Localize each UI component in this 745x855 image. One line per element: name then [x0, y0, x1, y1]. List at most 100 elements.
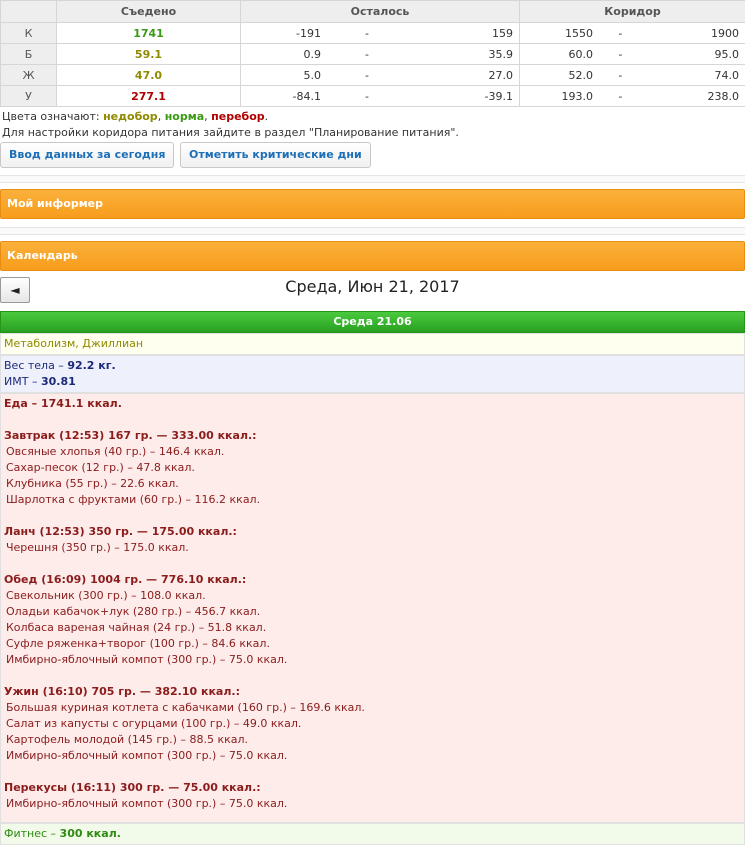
- meal-item: Черешня (350 гр.) – 175.0 ккал.: [6, 541, 189, 554]
- remaining-range: -191 - 159: [240, 22, 520, 44]
- separator-bar: [0, 227, 745, 235]
- meal-item: Оладьи кабачок+лук (280 гр.) – 456.7 кка…: [6, 605, 261, 618]
- corridor-high: 95.0: [714, 47, 740, 61]
- range-sep: -: [618, 26, 623, 40]
- header-empty: [0, 0, 57, 23]
- remaining-low: 0.9: [303, 47, 322, 61]
- corridor-range: 60.0 - 95.0: [519, 43, 745, 65]
- enter-today-button[interactable]: Ввод данных за сегодня: [0, 142, 175, 168]
- bmi-line: ИМТ – 30.81: [4, 374, 741, 390]
- range-sep: -: [365, 68, 369, 82]
- meal-item: Овсяные хлопья (40 гр.) – 146.4 ккал.: [6, 445, 225, 458]
- meal-item: Шарлотка с фруктами (60 гр.) – 116.2 кка…: [6, 493, 261, 506]
- prev-day-button[interactable]: ◄: [0, 277, 30, 303]
- fitness-box: Фитнес – 300 ккал.: [0, 823, 745, 845]
- meal-title: Ланч (12:53) 350 гр. — 175.00 ккал.:: [4, 525, 237, 538]
- eaten-value: 47.0: [56, 64, 241, 86]
- meal-item: Картофель молодой (145 гр.) – 88.5 ккал.: [6, 733, 248, 746]
- color-legend: Цвета означают: недобор, норма, перебор.: [2, 110, 269, 123]
- weight-line: Вес тела – 92.2 кг.: [4, 358, 741, 374]
- range-sep: -: [618, 89, 623, 103]
- header-eaten: Съедено: [56, 0, 241, 23]
- calendar-panel-header[interactable]: Календарь: [0, 241, 745, 271]
- remaining-range: 5.0 - 27.0: [240, 64, 520, 86]
- row-label: У: [0, 85, 57, 107]
- corridor-range: 193.0 - 238.0: [519, 85, 745, 107]
- food-value: 1741.1 ккал.: [41, 397, 122, 410]
- fitness-line: Фитнес – 300 ккал.: [4, 826, 741, 842]
- range-sep: -: [365, 26, 369, 40]
- calendar-date-title: Среда, Июн 21, 2017: [285, 277, 460, 296]
- dash: –: [27, 397, 41, 410]
- row-label: К: [0, 22, 57, 44]
- dash: –: [28, 375, 41, 388]
- table-row: Б 59.1 0.9 - 35.9 60.0 - 95.0: [0, 43, 745, 65]
- table-row: Ж 47.0 5.0 - 27.0 52.0 - 74.0: [0, 64, 745, 86]
- informer-panel-header[interactable]: Мой информер: [0, 189, 745, 219]
- legend-norm: норма: [164, 110, 205, 123]
- table-row: К 1741 -191 - 159 1550 - 1900: [0, 22, 745, 44]
- fitness-label: Фитнес: [4, 827, 48, 840]
- eaten-value: 59.1: [56, 43, 241, 65]
- day-header: Среда 21.06: [0, 311, 745, 333]
- meal-list: Завтрак (12:53) 167 гр. — 333.00 ккал.: О…: [4, 428, 741, 812]
- range-sep: -: [618, 68, 623, 82]
- remaining-high: -39.1: [484, 89, 513, 103]
- meal-item: Сахар-песок (12 гр.) – 47.8 ккал.: [6, 461, 195, 474]
- corridor-low: 60.0: [568, 47, 594, 61]
- remaining-high: 35.9: [488, 47, 514, 61]
- eaten-value: 277.1: [56, 85, 241, 107]
- bmi-label: ИМТ: [4, 375, 29, 388]
- meal-title: Обед (16:09) 1004 гр. — 776.10 ккал.:: [4, 573, 247, 586]
- weight-label: Вес тела: [4, 359, 55, 372]
- range-sep: -: [365, 47, 369, 61]
- corridor-hint: Для настройки коридора питания зайдите в…: [2, 126, 459, 139]
- bmi-value: 30.81: [40, 375, 76, 388]
- food-total-line: Еда – 1741.1 ккал.: [4, 396, 741, 412]
- meal-title: Завтрак (12:53) 167 гр. — 333.00 ккал.:: [4, 429, 257, 442]
- meal-item: Имбирно-яблочный компот (300 гр.) – 75.0…: [6, 749, 288, 762]
- corridor-high: 1900: [711, 26, 739, 40]
- row-label: Б: [0, 43, 57, 65]
- critical-days-button[interactable]: Отметить критические дни: [179, 142, 371, 168]
- metabolism-text[interactable]: Метаболизм, Джиллиан: [4, 336, 741, 352]
- corridor-range: 1550 - 1900: [519, 22, 745, 44]
- dash: –: [47, 827, 60, 840]
- remaining-low: -191: [296, 26, 321, 40]
- nutrition-summary-table: Съедено Осталось Коридор К 1741 -191 - 159 15…: [0, 0, 745, 107]
- meal-item: Большая куриная котлета с кабачками (160…: [6, 701, 365, 714]
- meal-item: Колбаса вареная чайная (24 гр.) – 51.8 к…: [6, 621, 267, 634]
- legend-over: перебор: [211, 110, 265, 123]
- calendar-nav: Среда, Июн 21, 2017 ◄: [0, 271, 745, 311]
- corridor-high: 74.0: [714, 68, 740, 82]
- weight-value: 92.2 кг.: [67, 359, 116, 372]
- corridor-range: 52.0 - 74.0: [519, 64, 745, 86]
- remaining-range: -84.1 - -39.1: [240, 85, 520, 107]
- meal-item: Клубника (55 гр.) – 22.6 ккал.: [6, 477, 179, 490]
- eaten-value: 1741: [56, 22, 241, 44]
- body-metrics-box: Вес тела – 92.2 кг. ИМТ – 30.81: [0, 355, 745, 393]
- corridor-low: 52.0: [568, 68, 594, 82]
- meal-title: Перекусы (16:11) 300 гр. — 75.00 ккал.:: [4, 781, 261, 794]
- remaining-high: 159: [492, 26, 513, 40]
- remaining-range: 0.9 - 35.9: [240, 43, 520, 65]
- remaining-high: 27.0: [488, 68, 514, 82]
- meal-title: Ужин (16:10) 705 гр. — 382.10 ккал.:: [4, 685, 240, 698]
- legend-under: недобор: [103, 110, 158, 123]
- corridor-low: 193.0: [561, 89, 594, 103]
- separator-bar: [0, 175, 745, 183]
- remaining-low: -84.1: [292, 89, 321, 103]
- range-sep: -: [618, 47, 623, 61]
- row-label: Ж: [0, 64, 57, 86]
- arrow-left-icon: ◄: [10, 283, 20, 297]
- meal-item: Имбирно-яблочный компот (300 гр.) – 75.0…: [6, 653, 288, 666]
- meal-item: Имбирно-яблочный компот (300 гр.) – 75.0…: [6, 797, 288, 810]
- legend-prefix: Цвета означают:: [2, 110, 104, 123]
- table-header-row: Съедено Осталось Коридор: [0, 0, 745, 23]
- meal-item: Свекольник (300 гр.) – 108.0 ккал.: [6, 589, 206, 602]
- action-buttons: Ввод данных за сегодня Отметить критичес…: [0, 139, 745, 170]
- table-row: У 277.1 -84.1 - -39.1 193.0 - 238.0: [0, 85, 745, 107]
- corridor-high: 238.0: [707, 89, 740, 103]
- food-box: Еда – 1741.1 ккал. Завтрак (12:53) 167 г…: [0, 393, 745, 823]
- remaining-low: 5.0: [303, 68, 322, 82]
